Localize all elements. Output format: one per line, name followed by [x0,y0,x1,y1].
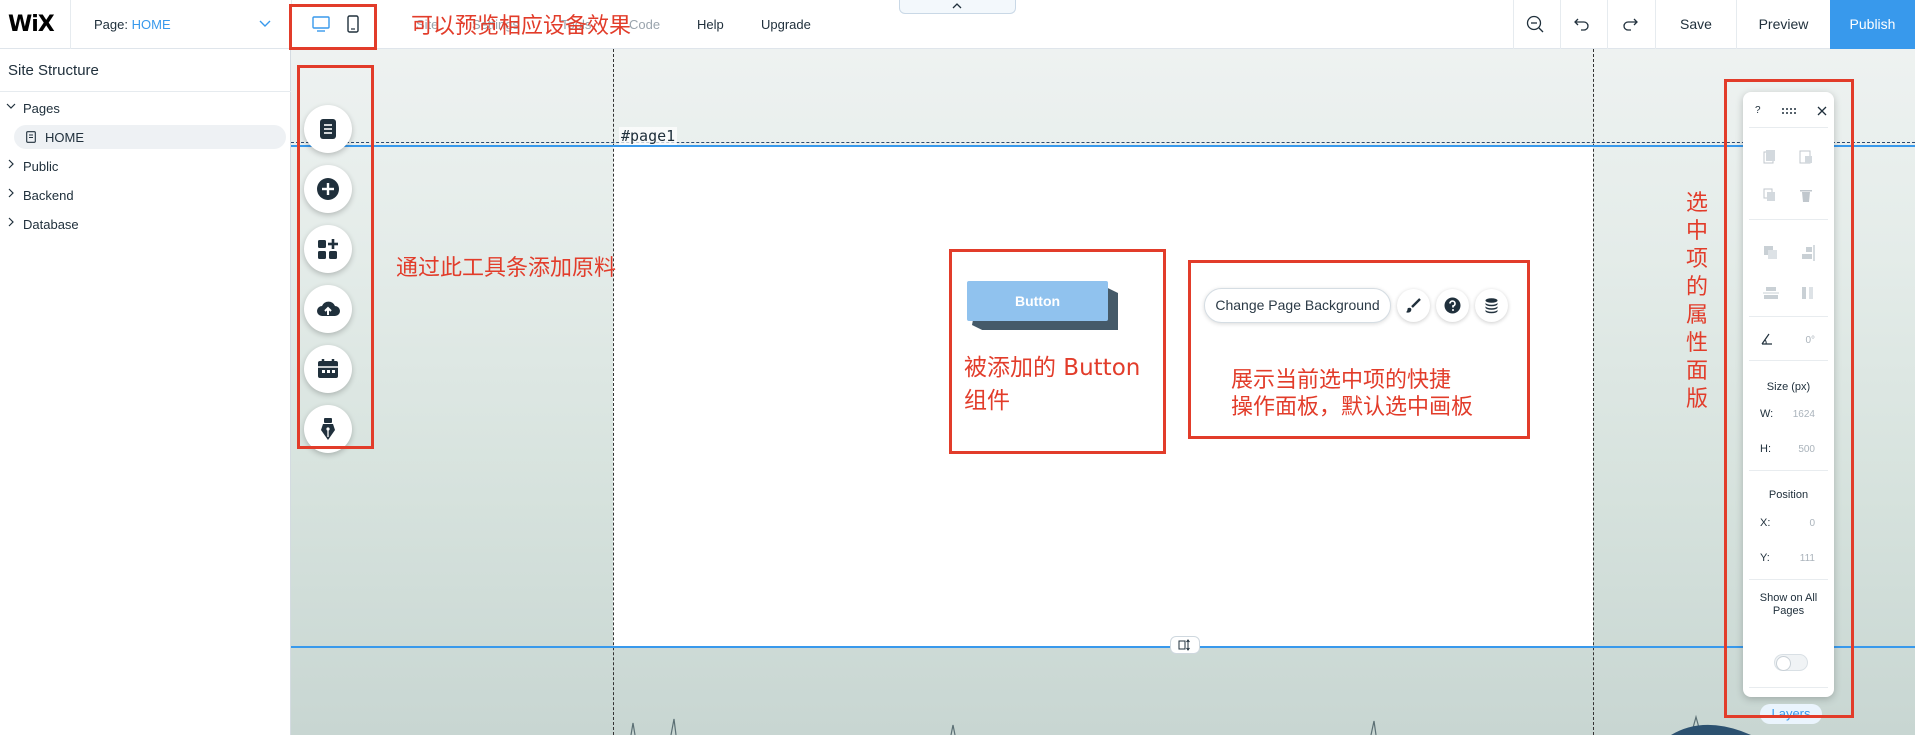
annotation-devices: 可以预览相应设备效果 [411,14,632,39]
tree-item-label: Public [23,159,59,174]
redo-button[interactable] [1620,14,1640,34]
publish-button[interactable]: Publish [1830,0,1915,49]
resize-handle[interactable] [1170,636,1200,654]
page-guide-right [1593,49,1594,735]
tree-item-label: Backend [23,188,74,203]
chevron-down-icon [6,103,16,109]
divider [70,0,71,49]
zoom-out-button[interactable] [1525,14,1545,34]
divider [1513,0,1514,49]
stretch-icon [1178,639,1190,651]
chevron-down-icon [259,20,271,27]
top-bar: WiX Page: HOME Site Settings Tools Code … [0,0,1915,49]
preview-button[interactable]: Preview [1737,0,1830,49]
tree-item-label: HOME [45,130,84,145]
tree-item-home[interactable]: HOME [14,125,286,149]
undo-button[interactable] [1572,14,1592,34]
wix-logo[interactable]: WiX [8,12,55,37]
undo-icon [1574,18,1589,31]
zoom-out-icon [1526,15,1544,33]
menu-upgrade[interactable]: Upgrade [761,17,811,32]
annotation-button: 被添加的 Button 组件 [964,352,1140,418]
menu-code[interactable]: Code [629,17,660,32]
annotation-box-toolbar [297,65,374,449]
annotation-quick-line2: 操作面板，默认选中画板 [1231,395,1474,420]
annotation-box-devices [289,4,377,50]
selection-top-line [291,145,1915,147]
tree-item-label: Database [23,217,79,232]
page-selector-label: Page: HOME [94,17,171,32]
divider [0,91,291,92]
page-selector-value: HOME [131,17,171,32]
annotation-button-line1: 被添加的 Button [964,355,1141,381]
chevron-right-icon [8,159,14,169]
chevron-right-icon [8,217,14,227]
site-structure-title: Site Structure [8,62,99,79]
redo-icon [1623,18,1638,31]
annotation-box-properties [1724,79,1854,718]
page-selector[interactable]: Page: HOME [92,0,278,49]
annotation-quick-actions: 展示当前选中项的快捷 操作面板，默认选中画板 [1231,367,1473,421]
selection-top-edge [291,142,1915,143]
page-icon [26,131,36,143]
save-button[interactable]: Save [1656,0,1736,49]
tree-item-label: Pages [23,101,60,116]
page-tag: #page1 [619,127,678,145]
divider [1607,0,1608,49]
chevron-up-icon [952,3,962,9]
background-image [630,714,1751,735]
menu-help[interactable]: Help [697,17,724,32]
site-structure-panel: Site Structure Pages HOME Public Backend… [0,49,291,735]
annotation-toolbar: 通过此工具条添加原料 [396,256,617,281]
annotation-button-line2: 组件 [964,388,1010,414]
chevron-right-icon [8,188,14,198]
divider [1560,0,1561,49]
annotation-properties: 选中项的属性面版 [1686,191,1709,412]
selection-bottom-line [291,646,1915,648]
page-guide-left [613,49,614,735]
annotation-quick-line1: 展示当前选中项的快捷 [1231,368,1452,393]
collapse-toolbar-tab[interactable] [899,0,1016,14]
